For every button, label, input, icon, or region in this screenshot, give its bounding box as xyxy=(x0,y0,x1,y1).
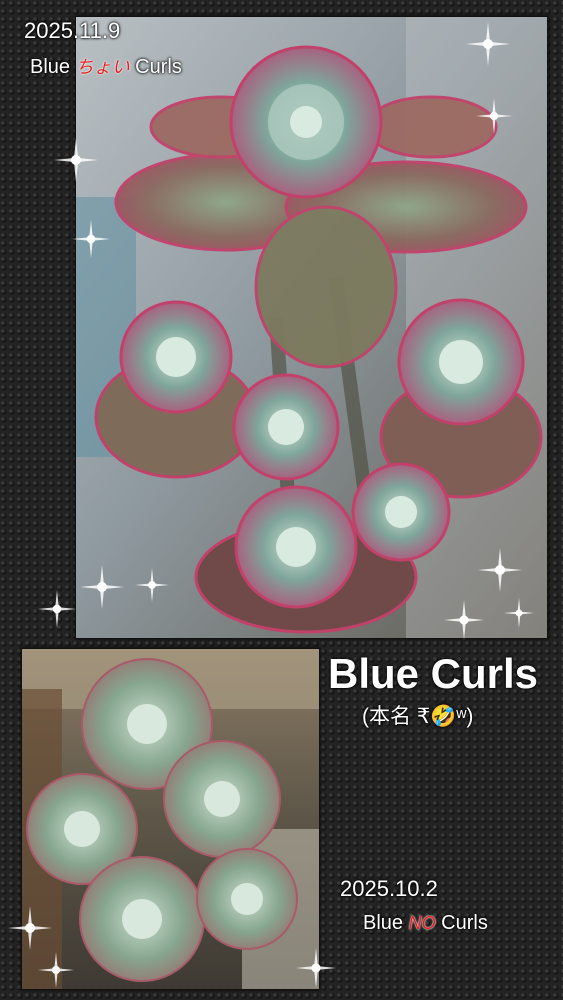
date-label-top: 2025.11.9 xyxy=(24,18,121,43)
photo-succulent-bottom xyxy=(21,648,320,990)
caption-top: Blue ちょい Curls xyxy=(30,53,182,79)
date-label-bottom: 2025.10.2 xyxy=(340,876,438,901)
caption-top-prefix: Blue xyxy=(30,56,71,78)
caption-top-middle: ちょい xyxy=(75,57,130,77)
subtitle: (本名 ₹🤣ʷ) xyxy=(362,705,474,728)
caption-bottom-middle: NO xyxy=(408,913,436,933)
sparkle-icon xyxy=(38,590,76,628)
caption-bottom: Blue NO Curls xyxy=(363,912,488,935)
caption-bottom-suffix: Curls xyxy=(441,912,488,934)
photo-succulent-top xyxy=(75,16,548,639)
page-title: Blue Curls xyxy=(328,650,539,697)
caption-top-suffix: Curls xyxy=(135,56,182,78)
succulent-photo-bottom xyxy=(22,649,319,989)
caption-bottom-prefix: Blue xyxy=(363,912,404,934)
succulent-photo-top xyxy=(76,17,547,638)
